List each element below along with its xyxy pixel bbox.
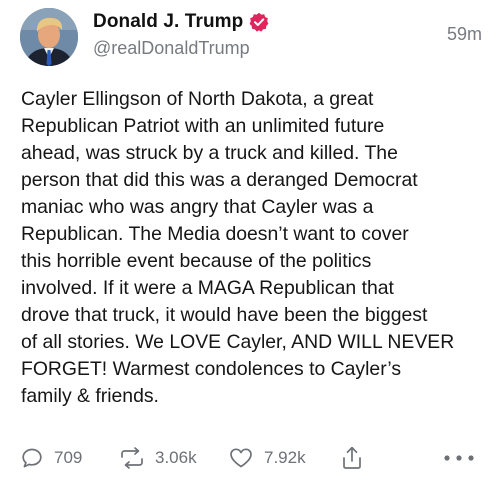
post-timestamp[interactable]: 59m (447, 24, 482, 45)
reply-icon (22, 448, 42, 468)
repost-icon (121, 447, 143, 469)
author-avatar[interactable] (20, 8, 78, 66)
verified-badge-icon (249, 12, 269, 32)
repost-button[interactable]: 3.06k (119, 440, 197, 476)
share-button[interactable] (340, 440, 364, 476)
share-icon (343, 446, 361, 469)
reply-count: 709 (54, 448, 83, 467)
author-handle[interactable]: @realDonaldTrump (93, 38, 250, 59)
post-body-text: Cayler Ellingson of North Dakota, a grea… (21, 88, 455, 407)
action-bar: 709 3.06k 7.92k (0, 440, 500, 476)
post-card: Donald J. Trump @realDonaldTrump 59m Cay… (0, 0, 500, 482)
author-name-row: Donald J. Trump (93, 11, 269, 33)
profile-avatar-icon (20, 8, 78, 66)
heart-icon (230, 448, 252, 468)
more-icon (444, 455, 474, 461)
repost-count: 3.06k (155, 448, 197, 467)
author-display-name[interactable]: Donald J. Trump (93, 11, 243, 33)
like-button[interactable]: 7.92k (228, 440, 306, 476)
like-count: 7.92k (264, 448, 306, 467)
more-options-button[interactable] (442, 440, 476, 476)
reply-button[interactable]: 709 (20, 440, 82, 476)
